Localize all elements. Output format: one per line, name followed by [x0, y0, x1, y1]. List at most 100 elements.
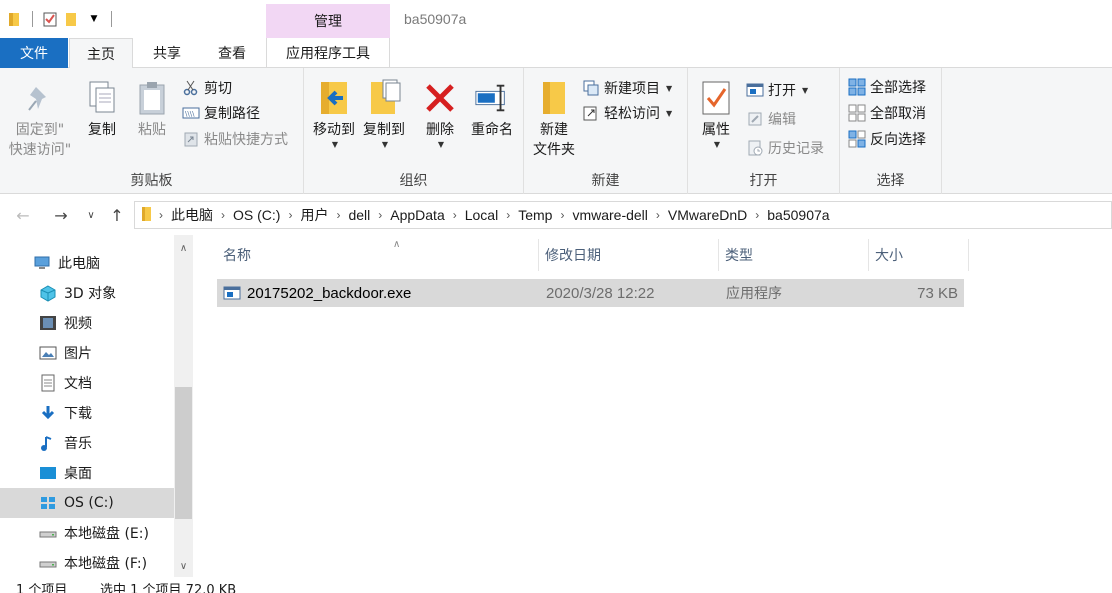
breadcrumb-item[interactable]: AppData	[384, 207, 450, 223]
easy-access-dropdown-icon: ▼	[666, 108, 673, 118]
breadcrumb-chevron-icon[interactable]: ›	[286, 208, 294, 222]
nav-pane-scrollbar[interactable]: ∧ ∨	[174, 235, 193, 577]
nav-item[interactable]: OS (C:)	[0, 488, 174, 518]
select-all-label: 全部选择	[870, 80, 926, 96]
folder-icon[interactable]	[6, 10, 24, 28]
scissors-icon	[182, 79, 200, 97]
rename-icon	[474, 76, 510, 120]
copy-label: 复制	[88, 122, 116, 138]
nav-item[interactable]: 文档	[0, 368, 174, 398]
address-bar[interactable]: › 此电脑 › OS (C:) › 用户 › dell › AppData › Local › Temp ›…	[134, 201, 1112, 229]
breadcrumb-chevron-icon[interactable]: ›	[451, 208, 459, 222]
address-folder-icon	[141, 206, 153, 225]
nav-item[interactable]: 此电脑	[0, 248, 174, 278]
column-header-name[interactable]: 名称 ∧	[217, 239, 539, 271]
scroll-down-icon[interactable]: ∨	[174, 557, 193, 575]
new-folder-icon[interactable]	[63, 10, 81, 28]
tab-file[interactable]: 文件	[0, 38, 68, 68]
organize-group-label: 组织	[399, 173, 428, 189]
nav-item[interactable]: 3D 对象	[0, 278, 174, 308]
history-button[interactable]: 历史记录	[746, 137, 824, 159]
computer-icon	[32, 254, 52, 272]
disk-icon	[38, 554, 58, 572]
tab-view[interactable]: 查看	[201, 38, 263, 68]
easy-access-button[interactable]: 轻松访问 ▼	[582, 102, 672, 124]
status-bar: 1 个项目 选中 1 个项目 72.0 KB	[0, 577, 1112, 593]
properties-icon	[698, 76, 734, 120]
breadcrumb-item[interactable]: Local	[459, 207, 504, 223]
nav-item[interactable]: 本地磁盘 (E:)	[0, 518, 174, 548]
nav-item[interactable]: 桌面	[0, 458, 174, 488]
recent-locations-chevron-icon[interactable]: ∨	[80, 203, 102, 227]
breadcrumb-chevron-icon[interactable]: ›	[157, 208, 165, 222]
properties-check-icon[interactable]	[41, 10, 59, 28]
breadcrumb-item[interactable]: 用户	[294, 205, 334, 225]
back-arrow-icon[interactable]: ←	[12, 203, 34, 227]
properties-button[interactable]: 属性 ▼	[696, 76, 736, 149]
invert-selection-button[interactable]: 反向选择	[848, 128, 926, 150]
breadcrumb-chevron-icon[interactable]: ›	[558, 208, 566, 222]
scroll-up-icon[interactable]: ∧	[174, 239, 193, 257]
organize-group: 移动到 ▼ 复制到 ▼ 删除 ▼ 重命名 组织	[304, 68, 524, 194]
select-all-button[interactable]: 全部选择	[848, 76, 926, 98]
forward-arrow-icon[interactable]: →	[50, 203, 72, 227]
new-item-dropdown-icon: ▼	[666, 83, 673, 93]
paste-button[interactable]: 粘贴	[132, 76, 172, 140]
copy-path-label: 复制路径	[204, 106, 260, 122]
customize-dropdown-icon[interactable]: ▼	[85, 10, 103, 28]
breadcrumb-item[interactable]: dell	[342, 207, 376, 223]
breadcrumb-chevron-icon[interactable]: ›	[334, 208, 342, 222]
nav-item[interactable]: 本地磁盘 (F:)	[0, 548, 174, 578]
desktop-icon	[38, 464, 58, 482]
tab-share[interactable]: 共享	[136, 38, 198, 68]
quick-access-toolbar: ▼	[6, 8, 116, 30]
paste-icon	[134, 76, 170, 120]
3d-objects-icon	[38, 284, 58, 302]
exe-file-icon	[223, 279, 241, 307]
nav-item[interactable]: 图片	[0, 338, 174, 368]
breadcrumb-item[interactable]: ba50907a	[761, 207, 835, 223]
breadcrumb-item[interactable]: Temp	[512, 207, 558, 223]
breadcrumb-item[interactable]: OS (C:)	[227, 207, 286, 223]
breadcrumb-item[interactable]: VMwareDnD	[662, 207, 753, 223]
breadcrumb-item[interactable]: vmware-dell	[566, 207, 653, 223]
paste-shortcut-button[interactable]: 粘贴快捷方式	[182, 128, 288, 150]
new-folder-button[interactable]: 新建 文件夹	[528, 76, 580, 160]
table-row[interactable]: 20175202_backdoor.exe 2020/3/28 12:22 应用…	[217, 279, 964, 307]
nav-item-label: 本地磁盘 (E:)	[64, 526, 149, 542]
nav-item[interactable]: 音乐	[0, 428, 174, 458]
breadcrumb-chevron-icon[interactable]: ›	[654, 208, 662, 222]
copy-to-button[interactable]: 复制到 ▼	[360, 76, 408, 149]
new-item-button[interactable]: 新建项目 ▼	[582, 77, 672, 99]
column-header-modified[interactable]: 修改日期	[539, 239, 719, 271]
nav-item[interactable]: 下载	[0, 398, 174, 428]
copy-button[interactable]: 复制	[82, 76, 122, 140]
item-count: 1 个项目	[16, 583, 68, 593]
rename-button[interactable]: 重命名	[468, 76, 516, 140]
move-to-button[interactable]: 移动到 ▼	[310, 76, 358, 149]
column-header-type[interactable]: 类型	[719, 239, 869, 271]
nav-item-label: 3D 对象	[64, 286, 117, 302]
select-none-button[interactable]: 全部取消	[848, 102, 926, 124]
edit-button[interactable]: 编辑	[746, 108, 796, 130]
pin-quick-access-button[interactable]: 固定到" 快速访问"	[6, 76, 74, 160]
open-button[interactable]: 打开 ▼	[746, 79, 808, 101]
ribbon-home: 固定到" 快速访问" 复制 粘贴 剪切 \\\\ 复制路径 粘贴快捷方式 剪贴板…	[0, 68, 1112, 194]
delete-x-icon	[422, 76, 458, 120]
scrollbar-thumb[interactable]	[175, 387, 192, 519]
breadcrumb-item[interactable]: 此电脑	[165, 205, 219, 225]
breadcrumb-chevron-icon[interactable]: ›	[376, 208, 384, 222]
breadcrumb-chevron-icon[interactable]: ›	[504, 208, 512, 222]
copy-path-button[interactable]: \\\\ 复制路径	[182, 102, 260, 124]
delete-button[interactable]: 删除 ▼	[420, 76, 460, 149]
column-header-size[interactable]: 大小	[869, 239, 969, 271]
navigation-bar: ← → ∨ ↑ › 此电脑 › OS (C:) › 用户 › dell › AppData › Loc…	[0, 195, 1112, 235]
cut-button[interactable]: 剪切	[182, 77, 232, 99]
column-type-label: 类型	[725, 248, 753, 264]
nav-item[interactable]: 视频	[0, 308, 174, 338]
tab-home[interactable]: 主页	[69, 38, 133, 69]
up-arrow-icon[interactable]: ↑	[106, 203, 128, 227]
tab-app-tools[interactable]: 应用程序工具	[266, 38, 390, 68]
breadcrumb-chevron-icon[interactable]: ›	[219, 208, 227, 222]
breadcrumb-chevron-icon[interactable]: ›	[753, 208, 761, 222]
